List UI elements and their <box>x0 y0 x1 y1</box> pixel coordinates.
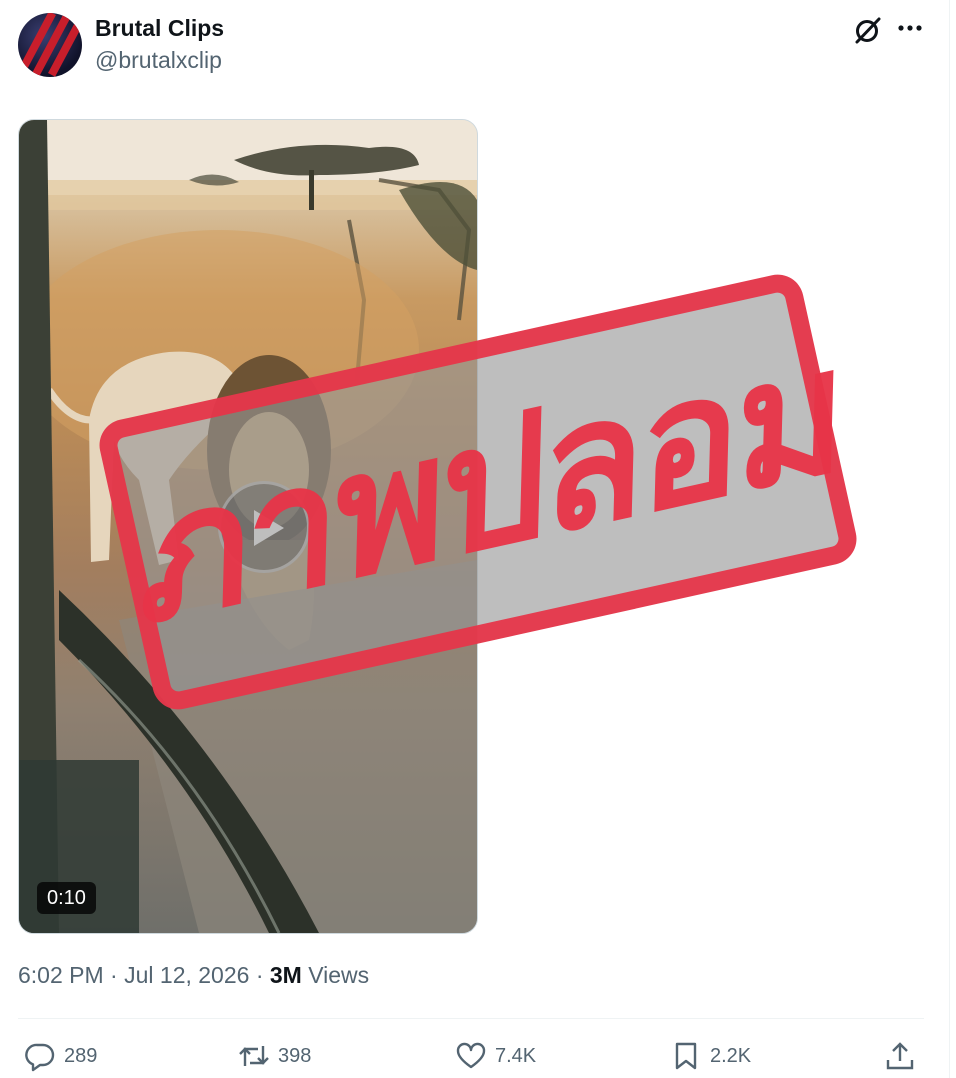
user-handle[interactable]: @brutalxclip <box>95 46 222 74</box>
share-button[interactable] <box>884 1038 924 1074</box>
divider <box>18 1018 924 1019</box>
reply-count: 289 <box>64 1044 98 1067</box>
grok-icon[interactable] <box>852 14 884 46</box>
views-label: Views <box>308 962 370 988</box>
post-date[interactable]: Jul 12, 2026 <box>124 962 249 988</box>
like-icon <box>456 1042 486 1069</box>
play-icon <box>254 510 284 546</box>
reply-button[interactable]: 289 <box>24 1038 97 1074</box>
reply-icon <box>25 1043 55 1072</box>
repost-count: 398 <box>278 1044 312 1067</box>
repost-icon <box>239 1046 269 1066</box>
bookmark-count: 2.2K <box>710 1044 752 1067</box>
meta-separator: · <box>249 962 270 988</box>
display-name[interactable]: Brutal Clips <box>95 14 224 42</box>
post-meta: 6:02 PM · Jul 12, 2026 · 3M Views <box>18 961 369 989</box>
avatar[interactable] <box>18 13 82 77</box>
like-button[interactable]: 7.4K <box>455 1038 536 1074</box>
views-count: 3M <box>269 962 302 988</box>
repost-button[interactable]: 398 <box>238 1038 311 1074</box>
meta-separator: · <box>103 962 125 988</box>
video-player[interactable]: 0:10 <box>18 119 478 934</box>
post-time[interactable]: 6:02 PM <box>18 962 104 988</box>
bookmark-button[interactable]: 2.2K <box>670 1038 751 1074</box>
like-count: 7.4K <box>495 1044 537 1067</box>
play-button[interactable] <box>218 481 310 573</box>
share-icon <box>886 1042 914 1070</box>
column-border <box>949 0 950 1078</box>
more-icon[interactable] <box>896 14 924 42</box>
video-duration: 0:10 <box>37 882 96 914</box>
bookmark-icon <box>675 1042 697 1070</box>
